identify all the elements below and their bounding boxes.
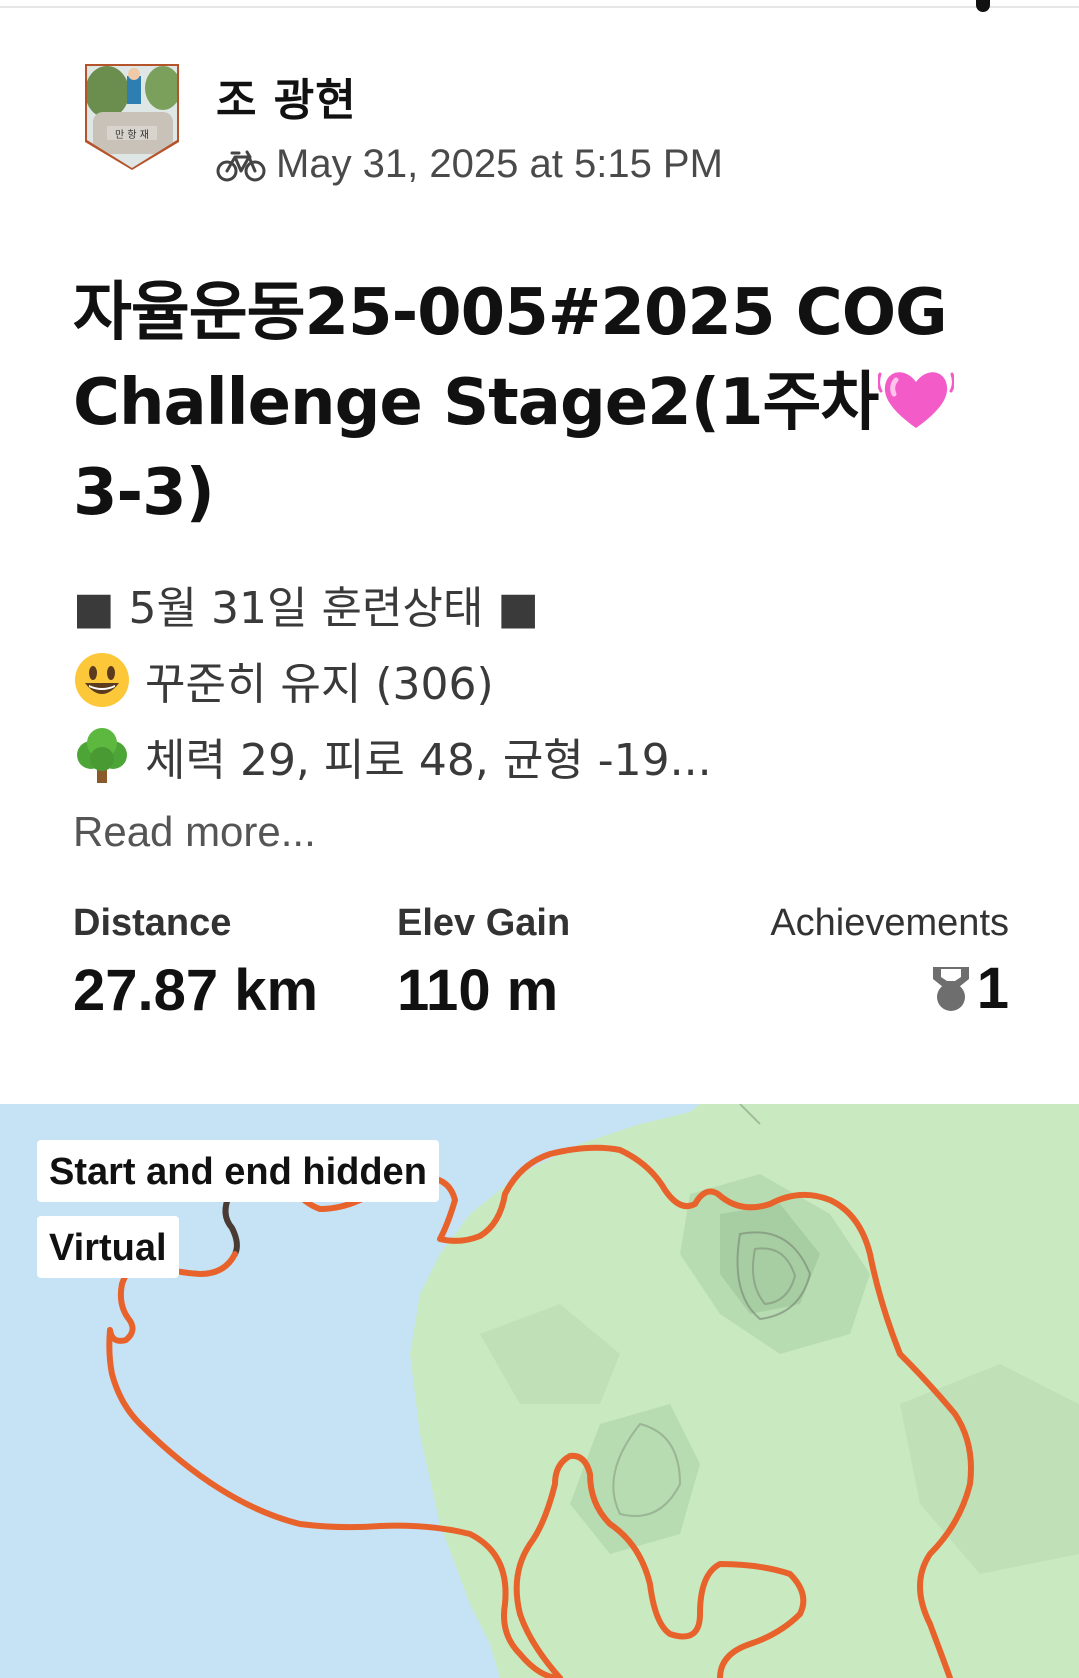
activity-date: May 31, 2025 at 5:15 PM [276, 142, 723, 186]
top-divider [0, 0, 1079, 8]
smiley-emoji-icon [75, 653, 129, 707]
title-line-2: Challenge Stage2(1주차 [73, 358, 973, 448]
stat-achievements[interactable]: Achievements 1 [770, 902, 1009, 1022]
bike-icon [216, 150, 266, 181]
activity-description: ■ 5월 31일 훈련상태 ■ 꾸준히 유지 (306) 체력 29, 피로 4… [73, 566, 973, 794]
description-text-1: ■ 5월 31일 훈련상태 ■ [73, 583, 539, 634]
athlete-name[interactable]: 조 광현 [216, 64, 357, 128]
distance-value: 27.87 km [73, 958, 319, 1023]
activity-header: 만 항 재 조 광현 May 31, 2025 at 5:15 PM [73, 60, 1013, 190]
achievements-value: 1 [976, 956, 1009, 1021]
medal-icon [932, 966, 969, 1011]
description-text-3: 체력 29, 피로 48, 균형 -19... [145, 735, 712, 786]
title-line-1: 자율운동25-005#2025 COG [73, 276, 948, 350]
overflow-menu-icon[interactable] [976, 0, 990, 12]
route-map[interactable]: Start and end hidden Virtual [0, 1104, 1079, 1678]
stat-elev-gain: Elev Gain 110 m [397, 902, 570, 1024]
description-line-2: 꾸준히 유지 (306) [73, 642, 973, 718]
read-more-link[interactable]: Read more... [73, 808, 316, 856]
tree-emoji-icon [77, 728, 127, 783]
description-line-3: 체력 29, 피로 48, 균형 -19... [73, 718, 973, 794]
elev-gain-label: Elev Gain [397, 902, 571, 944]
title-line-3: 3-3) [73, 456, 215, 530]
elev-gain-value: 110 m [397, 958, 559, 1023]
distance-label: Distance [73, 902, 232, 944]
achievements-label: Achievements [770, 902, 1009, 944]
activity-stats: Distance 27.87 km Elev Gain 110 m Achiev… [73, 902, 1009, 1032]
avatar[interactable]: 만 항 재 [83, 62, 181, 172]
title-line-2-text: Challenge Stage2(1주차 [73, 366, 879, 440]
svg-text:만 항 재: 만 항 재 [115, 129, 149, 141]
description-line-1: ■ 5월 31일 훈련상태 ■ [73, 566, 973, 642]
achievements-row: 1 [770, 955, 1009, 1022]
start-end-hidden-badge: Start and end hidden [37, 1140, 439, 1202]
heart-emoji-icon [878, 372, 955, 428]
description-text-2: 꾸준히 유지 (306) [145, 659, 494, 710]
activity-meta: May 31, 2025 at 5:15 PM [216, 142, 723, 187]
stat-distance: Distance 27.87 km [73, 902, 318, 1024]
virtual-badge: Virtual [37, 1216, 179, 1278]
activity-page: 만 항 재 조 광현 May 31, 2025 at 5:15 PM 자율운동2… [0, 0, 1079, 1678]
activity-title[interactable]: 자율운동25-005#2025 COG Challenge Stage2(1주차… [73, 268, 973, 538]
